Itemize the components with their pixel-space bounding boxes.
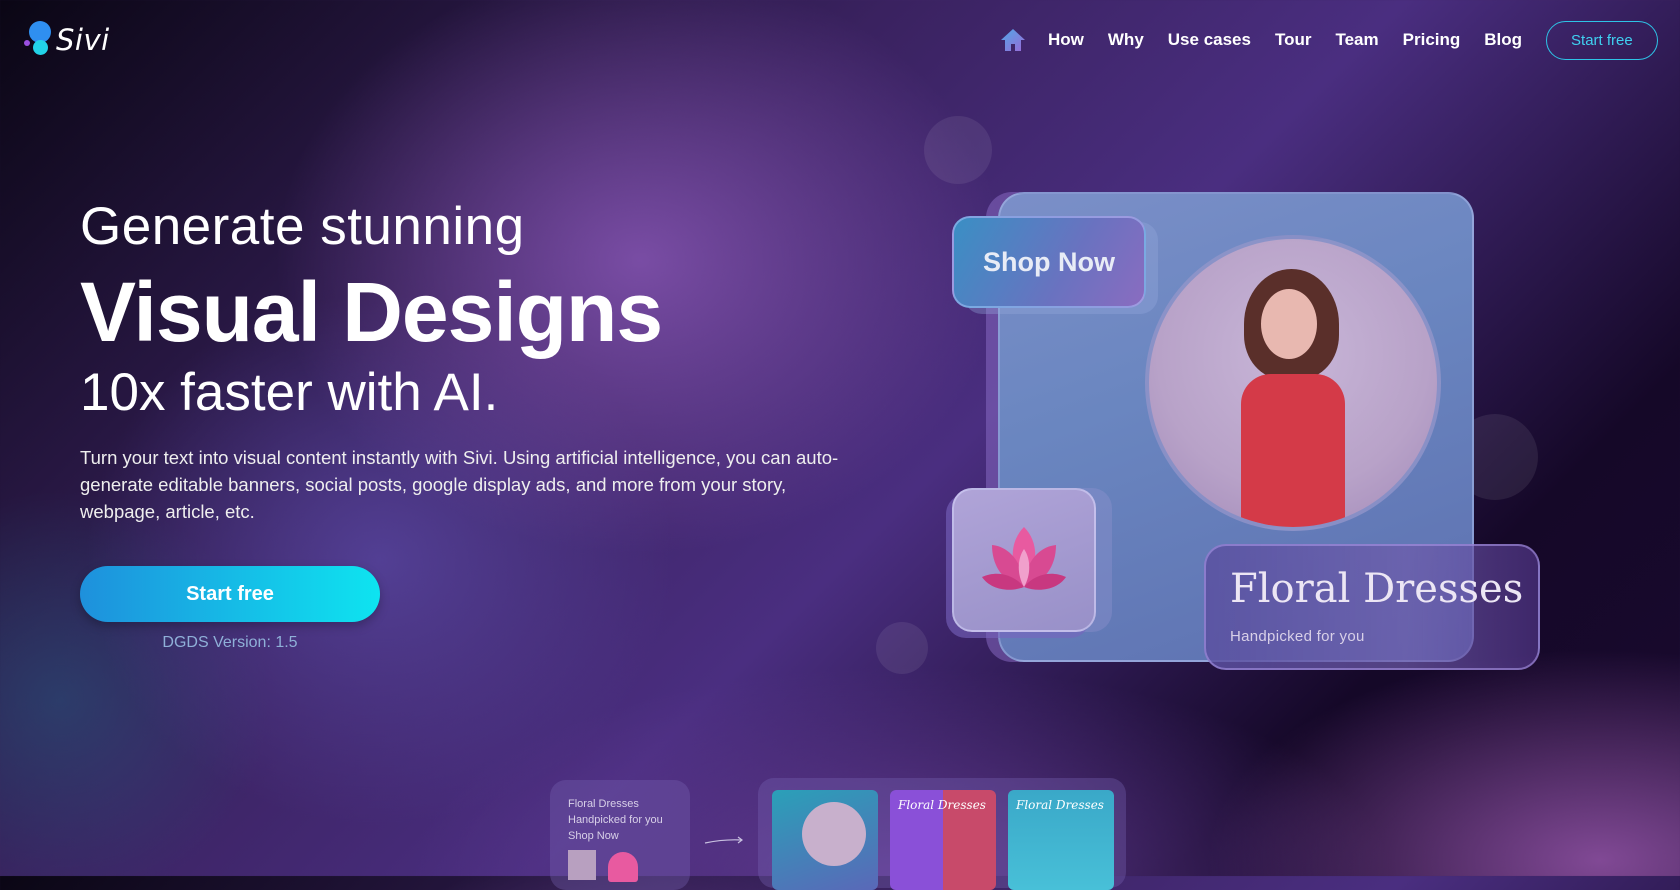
floral-title: Floral Dresses: [1230, 566, 1524, 612]
nav-blog[interactable]: Blog: [1484, 30, 1522, 50]
design-thumb[interactable]: Floral Dresses: [890, 790, 996, 890]
hero-line-1: Generate stunning: [80, 197, 525, 256]
model-photo: [1145, 235, 1441, 531]
nav-pricing[interactable]: Pricing: [1403, 30, 1461, 50]
arrow-right-icon: [704, 836, 743, 844]
hero-line-3: 10x faster with AI.: [80, 363, 499, 422]
nav-team[interactable]: Team: [1335, 30, 1378, 50]
lotus-card: [952, 488, 1096, 632]
home-icon[interactable]: [1000, 27, 1026, 53]
logo-wordmark: Sivi: [56, 23, 110, 57]
decor-bubble: [876, 622, 928, 674]
generated-designs-strip: Floral Dresses Floral Dresses: [758, 778, 1126, 890]
hero-start-free-button[interactable]: Start free: [80, 566, 380, 622]
input-line: Shop Now: [568, 830, 619, 842]
lotus-icon: [982, 527, 1066, 590]
design-thumb[interactable]: Floral Dresses: [1008, 790, 1114, 890]
hero-description: Turn your text into visual content insta…: [80, 447, 839, 522]
decor-bubble: [924, 116, 992, 184]
input-preview-card: Floral Dresses Handpicked for you Shop N…: [550, 780, 690, 890]
hero-title: Visual Designs: [80, 265, 663, 359]
input-line: Floral Dresses: [568, 798, 639, 810]
nav-use-cases[interactable]: Use cases: [1168, 30, 1251, 50]
shop-now-chip: Shop Now: [952, 216, 1146, 308]
lotus-icon: [608, 852, 638, 882]
nav-tour[interactable]: Tour: [1275, 30, 1312, 50]
main-nav: How Why Use cases Tour Team Pricing Blog…: [1000, 20, 1658, 60]
design-thumb[interactable]: [772, 790, 878, 890]
nav-why[interactable]: Why: [1108, 30, 1144, 50]
sivi-logo[interactable]: Sivi: [24, 20, 110, 60]
floral-dresses-card: Floral Dresses Handpicked for you: [1204, 544, 1540, 670]
nav-how[interactable]: How: [1048, 30, 1084, 50]
logo-mark-icon: [24, 20, 54, 60]
floral-subtitle: Handpicked for you: [1230, 628, 1365, 645]
version-label: DGDS Version: 1.5: [162, 634, 298, 651]
nav-start-free-button[interactable]: Start free: [1546, 20, 1658, 60]
input-line: Handpicked for you: [568, 814, 663, 826]
